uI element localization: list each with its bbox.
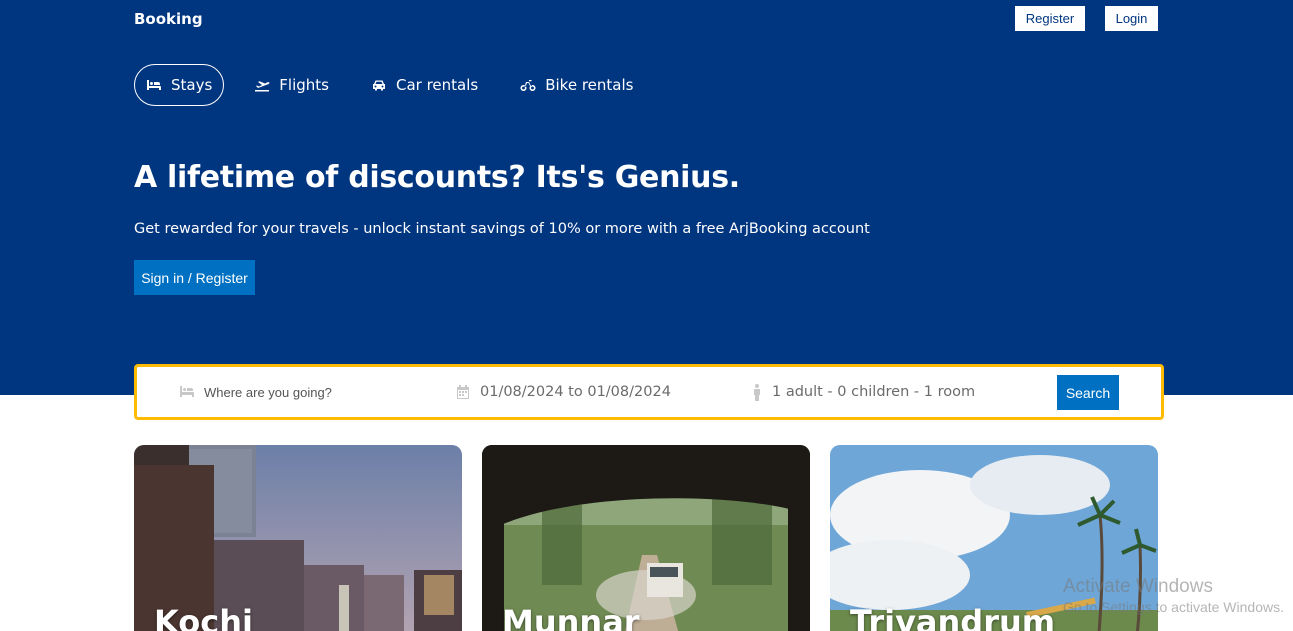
activate-windows-watermark: Activate Windows Go to Settings to activ… [1063, 576, 1284, 615]
card-title: Kochi [154, 603, 253, 631]
destination-card-munnar[interactable]: Munnar [482, 445, 810, 631]
register-button[interactable]: Register [1015, 6, 1085, 31]
login-button[interactable]: Login [1105, 6, 1158, 31]
watermark-title: Activate Windows [1063, 576, 1213, 597]
logo[interactable]: Booking [134, 10, 203, 28]
search-bar: 01/08/2024 to 01/08/2024 1 adult - 0 chi… [134, 364, 1164, 420]
destination-input[interactable] [204, 384, 424, 400]
search-button[interactable]: Search [1057, 375, 1119, 410]
tab-label: Bike rentals [545, 76, 634, 94]
person-icon [754, 383, 760, 401]
tab-car-rentals[interactable]: Car rentals [359, 64, 490, 106]
hero-banner [0, 0, 1293, 395]
card-title: Munnar [502, 603, 640, 631]
bed-icon [147, 80, 161, 90]
hero-title: A lifetime of discounts? Its's Genius. [134, 160, 740, 195]
guests-field[interactable]: 1 adult - 0 children - 1 room [751, 367, 975, 417]
destination-card-kochi[interactable]: Kochi [134, 445, 462, 631]
tab-flights[interactable]: Flights [242, 64, 341, 106]
bike-icon [520, 80, 536, 91]
date-range-text: 01/08/2024 to 01/08/2024 [480, 384, 671, 400]
car-icon [372, 80, 385, 91]
tab-label: Stays [171, 76, 213, 94]
card-title: Trivandrum [850, 603, 1056, 631]
guests-text: 1 adult - 0 children - 1 room [772, 384, 976, 400]
date-field[interactable]: 01/08/2024 to 01/08/2024 [455, 367, 671, 417]
watermark-subtitle: Go to Settings to activate Windows. [1063, 599, 1284, 615]
plane-icon [255, 81, 270, 92]
bed-icon [180, 386, 194, 397]
tab-stays[interactable]: Stays [134, 64, 225, 106]
destination-field[interactable] [179, 367, 424, 417]
tab-bike-rentals[interactable]: Bike rentals [508, 64, 645, 106]
tab-label: Car rentals [395, 76, 479, 94]
tab-label: Flights [279, 76, 329, 94]
signin-register-button[interactable]: Sign in / Register [134, 260, 255, 295]
hero-description: Get rewarded for your travels - unlock i… [134, 221, 870, 237]
nav-tabs: Stays Flights Car rentals Bike rentals [134, 64, 663, 106]
calendar-icon [457, 385, 469, 399]
